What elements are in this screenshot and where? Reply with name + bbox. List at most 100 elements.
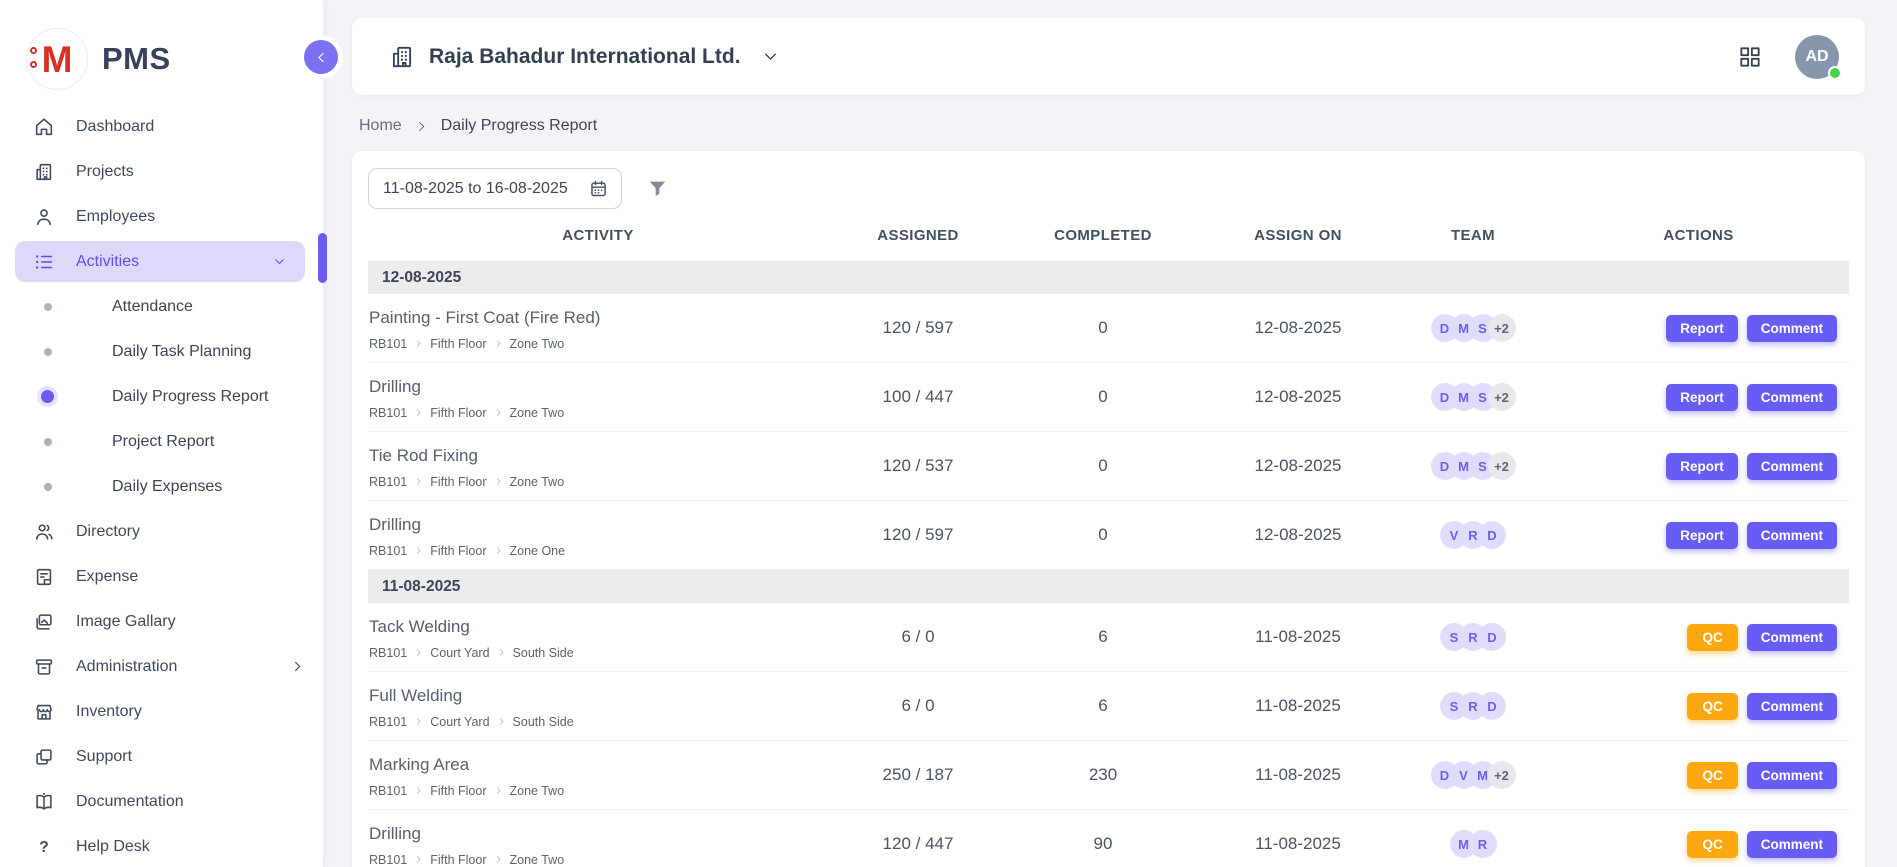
path-segment: Fifth Floor xyxy=(430,784,486,798)
path-segment: South Side xyxy=(513,646,574,660)
sidebar-item-image-gallary[interactable]: Image Gallary xyxy=(0,599,323,644)
row-actions: Report Comment xyxy=(1548,453,1849,480)
date-range-input[interactable]: 11-08-2025 to 16-08-2025 xyxy=(368,168,622,209)
path-segment: RB101 xyxy=(369,646,407,660)
comment-button[interactable]: Comment xyxy=(1747,831,1837,858)
apps-grid-icon[interactable] xyxy=(1737,44,1763,70)
sidebar-collapse-button[interactable] xyxy=(304,40,338,74)
svg-text:?: ? xyxy=(39,839,49,856)
chevron-right-icon xyxy=(414,408,423,417)
team-extra-count: +2 xyxy=(1488,761,1516,789)
bullet-dot-icon xyxy=(44,483,52,491)
logo-mark-icon: M xyxy=(26,28,88,90)
path-segment: Fifth Floor xyxy=(430,406,486,420)
assigned-value: 120 / 537 xyxy=(828,456,1008,476)
completed-value: 6 xyxy=(1008,696,1198,716)
comment-button[interactable]: Comment xyxy=(1747,693,1837,720)
qc-button[interactable]: QC xyxy=(1687,693,1737,720)
completed-value: 0 xyxy=(1008,318,1198,338)
activity-cell: DrillingRB101Fifth FloorZone Two xyxy=(368,822,828,867)
path-segment: Zone One xyxy=(510,544,566,558)
team-avatars: DVM+2 xyxy=(1398,761,1548,789)
path-segment: Zone Two xyxy=(510,406,565,420)
table-row: DrillingRB101Fifth FloorZone Two100 / 44… xyxy=(368,363,1849,432)
completed-value: 230 xyxy=(1008,765,1198,785)
comment-button[interactable]: Comment xyxy=(1747,315,1837,342)
app-name: PMS xyxy=(102,41,171,77)
assign-on-date: 12-08-2025 xyxy=(1198,525,1398,545)
team-extra-count: +2 xyxy=(1488,452,1516,480)
assigned-value: 6 / 0 xyxy=(828,627,1008,647)
chevron-right-icon xyxy=(494,408,503,417)
sidebar-subitem-project-report[interactable]: Project Report xyxy=(0,419,323,464)
sidebar-item-projects[interactable]: Projects xyxy=(0,149,323,194)
qc-button[interactable]: QC xyxy=(1687,624,1737,651)
chevron-right-icon xyxy=(414,339,423,348)
main-area: Raja Bahadur International Ltd. AD Home … xyxy=(323,0,1897,867)
sidebar-item-label: Employees xyxy=(76,208,155,226)
store-icon xyxy=(33,701,55,723)
table-row: Tie Rod FixingRB101Fifth FloorZone Two12… xyxy=(368,432,1849,501)
sidebar-item-documentation[interactable]: Documentation xyxy=(0,779,323,824)
sidebar-item-support[interactable]: Support xyxy=(0,734,323,779)
comment-button[interactable]: Comment xyxy=(1747,762,1837,789)
team-member-avatar: D xyxy=(1478,521,1506,549)
date-group-label: 12-08-2025 xyxy=(382,269,461,287)
team-avatars: DMS+2 xyxy=(1398,452,1548,480)
sidebar-item-label: Support xyxy=(76,748,132,766)
team-member-avatar: D xyxy=(1478,692,1506,720)
sidebar-item-activities[interactable]: Activities xyxy=(15,241,305,282)
sidebar-item-expense[interactable]: Expense xyxy=(0,554,323,599)
sidebar-nav: Dashboard Projects Employees ActivitiesAtte… xyxy=(0,104,323,867)
sidebar-item-dashboard[interactable]: Dashboard xyxy=(0,104,323,149)
report-button[interactable]: Report xyxy=(1666,453,1738,480)
report-button[interactable]: Report xyxy=(1666,315,1738,342)
team-extra-count: +2 xyxy=(1488,383,1516,411)
completed-value: 0 xyxy=(1008,456,1198,476)
activity-cell: Tack WeldingRB101Court YardSouth Side xyxy=(368,615,828,660)
chevron-right-icon xyxy=(494,546,503,555)
filter-funnel-icon[interactable] xyxy=(646,177,669,200)
path-segment: RB101 xyxy=(369,853,407,867)
column-header-assigned: ASSIGNED xyxy=(828,227,1008,244)
activity-name: Drilling xyxy=(369,377,818,397)
comment-button[interactable]: Comment xyxy=(1747,522,1837,549)
qc-button[interactable]: QC xyxy=(1687,762,1737,789)
company-selector[interactable]: Raja Bahadur International Ltd. xyxy=(389,44,780,70)
sidebar-item-administration[interactable]: Administration xyxy=(0,644,323,689)
row-actions: QC Comment xyxy=(1548,693,1849,720)
qc-button[interactable]: QC xyxy=(1687,831,1737,858)
breadcrumb-home-link[interactable]: Home xyxy=(359,117,402,135)
date-group-header: 12-08-2025 xyxy=(368,261,1849,294)
sidebar-item-inventory[interactable]: Inventory xyxy=(0,689,323,734)
date-range-value: 11-08-2025 to 16-08-2025 xyxy=(383,180,578,198)
activity-location-path: RB101Fifth FloorZone Two xyxy=(369,475,818,489)
sidebar-subitem-label: Daily Task Planning xyxy=(112,343,251,361)
activity-location-path: RB101Fifth FloorZone Two xyxy=(369,406,818,420)
sidebar-item-label: Projects xyxy=(76,163,134,181)
sidebar-subitem-attendance[interactable]: Attendance xyxy=(0,284,323,329)
sidebar-item-directory[interactable]: Directory xyxy=(0,509,323,554)
column-header-assign-on: ASSIGN ON xyxy=(1198,227,1398,244)
activity-name: Marking Area xyxy=(369,755,818,775)
path-segment: Fifth Floor xyxy=(430,544,486,558)
team-avatars: DMS+2 xyxy=(1398,383,1548,411)
sidebar-item-employees[interactable]: Employees xyxy=(0,194,323,239)
active-section-indicator xyxy=(318,233,327,283)
comment-button[interactable]: Comment xyxy=(1747,453,1837,480)
comment-button[interactable]: Comment xyxy=(1747,624,1837,651)
comment-button[interactable]: Comment xyxy=(1747,384,1837,411)
building-icon xyxy=(33,161,55,183)
company-name: Raja Bahadur International Ltd. xyxy=(429,45,741,69)
table-row: DrillingRB101Fifth FloorZone Two120 / 44… xyxy=(368,810,1849,867)
sidebar-item-help-desk[interactable]: ?Help Desk xyxy=(0,824,323,867)
sidebar-subitem-daily-progress-report[interactable]: Daily Progress Report xyxy=(0,374,323,419)
report-card: 11-08-2025 to 16-08-2025 ACTIVITYASSIGNE… xyxy=(352,151,1865,867)
path-segment: Court Yard xyxy=(430,715,489,729)
user-avatar[interactable]: AD xyxy=(1795,35,1839,79)
report-button[interactable]: Report xyxy=(1666,522,1738,549)
sidebar-subitem-daily-task-planning[interactable]: Daily Task Planning xyxy=(0,329,323,374)
sidebar-subitem-daily-expenses[interactable]: Daily Expenses xyxy=(0,464,323,509)
report-button[interactable]: Report xyxy=(1666,384,1738,411)
gallery-icon xyxy=(33,611,55,633)
